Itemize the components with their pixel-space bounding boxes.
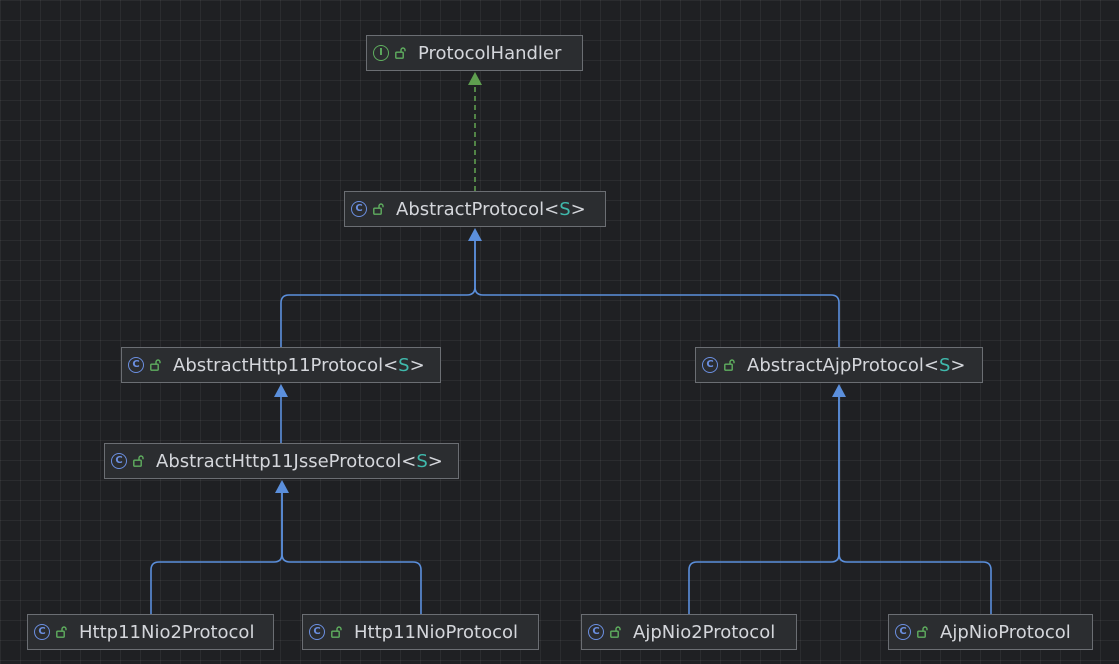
class-icon: C <box>588 624 604 640</box>
public-lock-icon <box>395 47 406 59</box>
node-ajp-nio2-protocol[interactable]: C AjpNio2Protocol <box>581 614 797 650</box>
type-parameter: S <box>398 354 410 376</box>
generic-close: > <box>409 354 425 376</box>
edge-abstract-http11-protocol-to-abstract-protocol <box>280 239 476 347</box>
node-label: AbstractProtocol <box>396 198 545 220</box>
edge-ajp-nio2-protocol-to-abstract-ajp-protocol <box>688 395 840 614</box>
node-label: ProtocolHandler <box>418 42 562 64</box>
node-abstract-protocol[interactable]: C AbstractProtocol < S > <box>344 191 606 227</box>
type-parameter: S <box>938 354 951 376</box>
class-icon: C <box>351 201 367 217</box>
type-parameter: S <box>416 450 428 472</box>
public-lock-icon <box>373 203 384 215</box>
implements-arrowhead <box>468 72 482 85</box>
class-icon: C <box>895 624 911 640</box>
node-abstract-http11-protocol[interactable]: C AbstractHttp11Protocol < S > <box>121 347 441 383</box>
node-protocol-handler[interactable]: I ProtocolHandler <box>366 35 583 71</box>
node-abstract-http11-jsse-protocol[interactable]: C AbstractHttp11JsseProtocol < S > <box>104 443 459 479</box>
edge-http11-nio-protocol-to-abstract-http11-jsse-protocol <box>281 491 422 614</box>
node-http11-nio2-protocol[interactable]: C Http11Nio2Protocol <box>27 614 274 650</box>
public-lock-icon <box>56 626 67 638</box>
public-lock-icon <box>610 626 621 638</box>
node-abstract-ajp-protocol[interactable]: C AbstractAjpProtocol < S > <box>695 347 983 383</box>
edge-ajp-nio-protocol-to-abstract-ajp-protocol <box>838 395 992 614</box>
node-ajp-nio-protocol[interactable]: C AjpNioProtocol <box>888 614 1093 650</box>
node-label: AjpNio2Protocol <box>633 621 776 643</box>
class-hierarchy-diagram: I ProtocolHandler C AbstractProtocol < S > C Abs… <box>0 0 1119 664</box>
node-label: AbstractAjpProtocol <box>747 354 924 376</box>
generic-open: < <box>923 354 939 376</box>
extends-arrowhead <box>468 228 482 241</box>
class-icon: C <box>128 357 144 373</box>
node-label: Http11NioProtocol <box>354 621 518 643</box>
node-label: AbstractHttp11Protocol <box>173 354 384 376</box>
type-parameter: S <box>559 198 571 220</box>
generic-close: > <box>427 450 443 472</box>
node-label: AjpNioProtocol <box>940 621 1071 643</box>
node-label: AbstractHttp11JsseProtocol <box>156 450 402 472</box>
class-icon: C <box>702 357 718 373</box>
extends-arrowhead <box>832 384 846 397</box>
extends-arrowhead <box>275 480 289 493</box>
generic-open: < <box>544 198 560 220</box>
interface-icon: I <box>373 45 389 61</box>
edge-http11-nio2-protocol-to-abstract-http11-jsse-protocol <box>150 491 283 614</box>
generic-close: > <box>570 198 586 220</box>
generic-close: > <box>950 354 966 376</box>
class-icon: C <box>111 453 127 469</box>
class-icon: C <box>309 624 325 640</box>
generic-open: < <box>401 450 417 472</box>
public-lock-icon <box>724 359 735 371</box>
public-lock-icon <box>917 626 928 638</box>
public-lock-icon <box>133 455 144 467</box>
public-lock-icon <box>150 359 161 371</box>
node-label: Http11Nio2Protocol <box>79 621 255 643</box>
generic-open: < <box>383 354 399 376</box>
inheritance-edges <box>150 72 992 614</box>
public-lock-icon <box>331 626 342 638</box>
edge-abstract-ajp-protocol-to-abstract-protocol <box>474 239 840 347</box>
extends-arrowhead <box>274 384 288 397</box>
node-http11-nio-protocol[interactable]: C Http11NioProtocol <box>302 614 539 650</box>
class-icon: C <box>34 624 50 640</box>
